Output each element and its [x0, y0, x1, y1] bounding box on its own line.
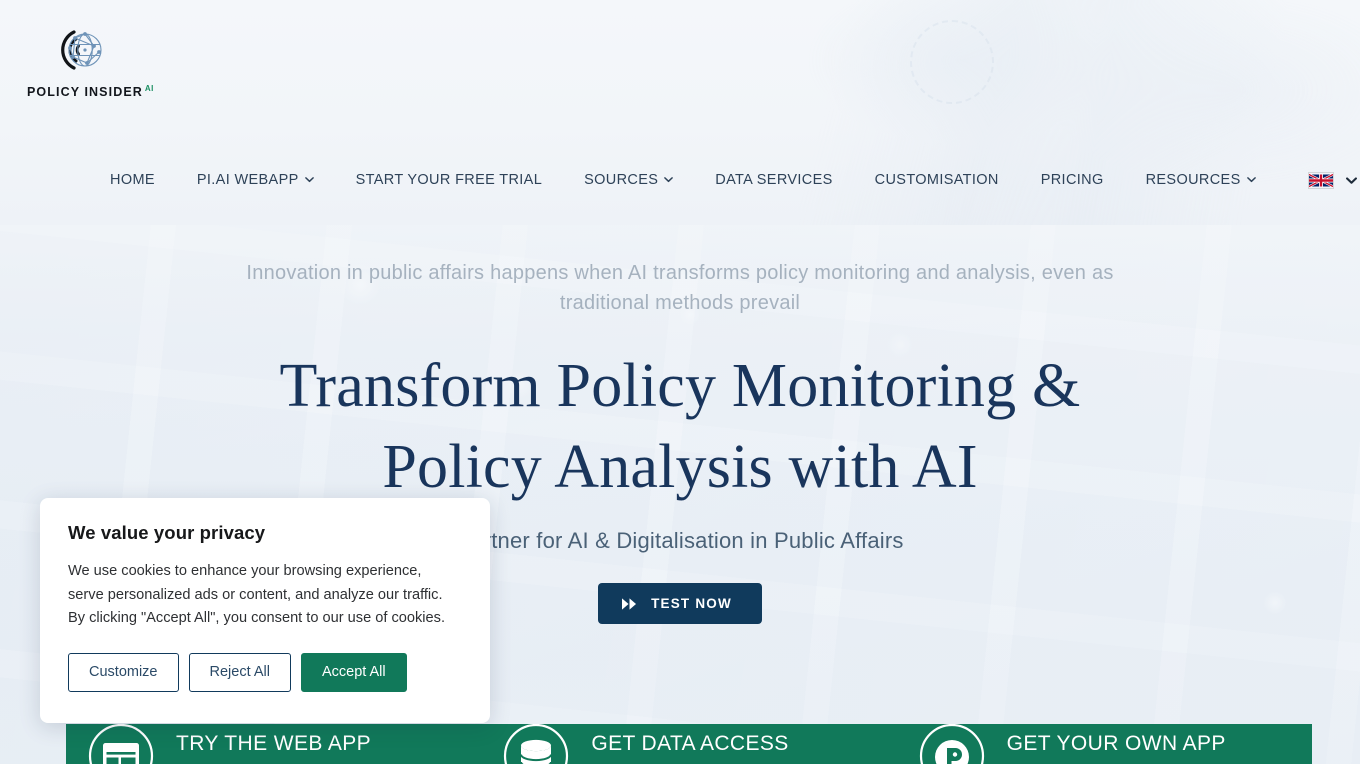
- test-now-button-label: TEST NOW: [651, 596, 732, 611]
- hero-title-line-2: Policy Analysis with AI: [382, 433, 978, 501]
- main-navigation: HOME PI.AI WEBAPP START YOUR FREE TRIAL …: [0, 160, 1360, 200]
- cookie-banner-actions: Customize Reject All Accept All: [68, 652, 462, 692]
- hero-title: Transform Policy Monitoring & Policy Ana…: [240, 346, 1120, 508]
- cta-label: GET YOUR OWN APP: [1006, 732, 1226, 755]
- nav-item-label: CUSTOMISATION: [874, 172, 999, 188]
- nav-item-label: RESOURCES: [1145, 172, 1241, 188]
- cta-get-data-access[interactable]: GET DATA ACCESS: [481, 724, 896, 764]
- accept-all-button[interactable]: Accept All: [300, 652, 407, 692]
- logo-wordmark: POLICY INSIDER AI: [27, 84, 153, 99]
- logo-name: POLICY INSIDER: [27, 85, 143, 100]
- cookie-banner-title: We value your privacy: [68, 522, 266, 543]
- language-switcher[interactable]: [1307, 171, 1357, 189]
- nav-item-label: SOURCES: [584, 172, 659, 188]
- cookie-banner-body: We use cookies to enhance your browsing …: [68, 563, 446, 626]
- web-app-icon: [88, 724, 154, 764]
- nav-item-label: PRICING: [1040, 172, 1104, 188]
- nav-item-label: DATA SERVICES: [715, 172, 833, 188]
- customize-button[interactable]: Customize: [68, 652, 179, 692]
- cta-strip: TRY THE WEB APP GET DATA ACCESS GET YOUR…: [66, 724, 1312, 764]
- chevron-down-icon: [1345, 175, 1357, 184]
- uk-flag-icon: [1307, 171, 1334, 189]
- reject-all-button[interactable]: Reject All: [188, 652, 291, 692]
- nav-item-pricing[interactable]: PRICING: [1041, 168, 1104, 192]
- test-now-button[interactable]: TEST NOW: [598, 583, 762, 624]
- cookie-consent-banner: We value your privacy We use cookies to …: [40, 498, 490, 723]
- nav-item-label: PI.AI WEBAPP: [196, 172, 299, 188]
- cta-label: TRY THE WEB APP: [176, 732, 372, 755]
- hero-tagline: Innovation in public affairs happens whe…: [246, 262, 1114, 314]
- hero-title-line-1: Transform Policy Monitoring &: [279, 352, 1081, 420]
- own-app-icon: [919, 724, 985, 764]
- chevron-down-icon: [304, 175, 314, 184]
- nav-item-label: START YOUR FREE TRIAL: [355, 172, 543, 188]
- nav-item-start-your-free-trial[interactable]: START YOUR FREE TRIAL: [356, 168, 543, 192]
- nav-item-sources[interactable]: SOURCES: [584, 168, 674, 192]
- hero-subtitle: Partner for AI & Digitalisation in Publi…: [456, 528, 904, 553]
- nav-item-customisation[interactable]: CUSTOMISATION: [875, 168, 999, 192]
- nav-item-label: HOME: [110, 172, 155, 188]
- cta-label: GET DATA ACCESS: [591, 732, 789, 755]
- database-icon: [503, 724, 569, 764]
- site-logo[interactable]: POLICY INSIDER AI: [27, 22, 153, 99]
- nav-item-home[interactable]: HOME: [110, 168, 155, 192]
- logo-ai-suffix: AI: [144, 84, 154, 93]
- cta-try-the-web-app[interactable]: TRY THE WEB APP: [66, 724, 481, 764]
- nav-item-data-services[interactable]: DATA SERVICES: [715, 168, 832, 192]
- fast-forward-icon: [622, 597, 637, 610]
- nav-item-pi-ai-webapp[interactable]: PI.AI WEBAPP: [197, 168, 314, 192]
- page-root: POLICY INSIDER AI HOME PI.AI WEBAPP START…: [0, 0, 1360, 764]
- globe-network-icon: [61, 30, 102, 70]
- chevron-down-icon: [1246, 175, 1256, 184]
- site-header: POLICY INSIDER AI HOME PI.AI WEBAPP START…: [0, 0, 1360, 225]
- nav-item-resources[interactable]: RESOURCES: [1146, 168, 1256, 192]
- cta-get-your-own-app[interactable]: GET YOUR OWN APP: [897, 724, 1312, 764]
- chevron-down-icon: [664, 175, 674, 184]
